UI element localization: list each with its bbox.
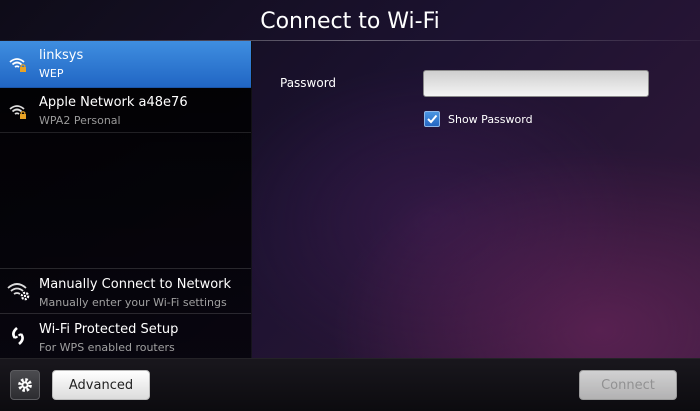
- wifi-locked-icon: [9, 58, 26, 72]
- checkmark-icon: [427, 114, 438, 124]
- connection-options: Manually Connect to Network Manually ent…: [0, 268, 251, 358]
- wifi-gear-icon: [7, 283, 30, 301]
- footer-toolbar: Advanced Connect: [0, 358, 700, 411]
- settings-button[interactable]: [10, 370, 40, 400]
- wps-icon: [12, 327, 24, 345]
- show-password-label: Show Password: [448, 113, 533, 126]
- network-name: linksys: [39, 48, 84, 63]
- connect-button[interactable]: Connect: [579, 370, 677, 400]
- show-password-checkbox[interactable]: [424, 111, 440, 127]
- network-item-apple[interactable]: Apple Network a48e76 WPA2 Personal: [0, 88, 251, 133]
- manual-connect-subtitle: Manually enter your Wi-Fi settings: [39, 296, 227, 309]
- network-name: Apple Network a48e76: [39, 95, 188, 110]
- password-label: Password: [280, 76, 337, 90]
- manual-connect-item[interactable]: Manually Connect to Network Manually ent…: [0, 269, 251, 314]
- network-sidebar: linksys WEP Apple Network a48e76 WPA2 Pe…: [0, 41, 252, 358]
- advanced-button[interactable]: Advanced: [52, 370, 150, 400]
- network-security: WEP: [39, 67, 64, 80]
- wps-subtitle: For WPS enabled routers: [39, 341, 175, 354]
- network-list: linksys WEP Apple Network a48e76 WPA2 Pe…: [0, 41, 251, 133]
- page-title: Connect to Wi-Fi: [260, 9, 440, 34]
- network-item-linksys[interactable]: linksys WEP: [0, 41, 251, 88]
- network-security: WPA2 Personal: [39, 114, 121, 127]
- wps-title: Wi-Fi Protected Setup: [39, 322, 179, 337]
- wps-item[interactable]: Wi-Fi Protected Setup For WPS enabled ro…: [0, 314, 251, 358]
- manual-connect-title: Manually Connect to Network: [39, 277, 232, 292]
- wifi-locked-icon: [9, 105, 26, 119]
- gear-icon: [18, 378, 32, 392]
- password-field[interactable]: [423, 70, 649, 97]
